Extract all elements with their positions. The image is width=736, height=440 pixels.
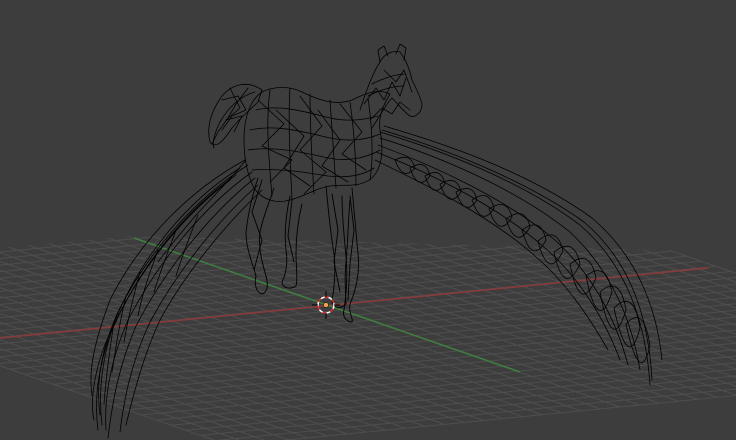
grid-line <box>0 236 367 433</box>
x-axis-line <box>0 267 709 339</box>
tail[interactable] <box>208 83 263 149</box>
grid-line <box>0 236 496 268</box>
grid-line <box>0 236 511 273</box>
grid-line <box>0 236 452 253</box>
grid-line <box>0 236 423 243</box>
grid-line <box>0 236 437 248</box>
grid-line <box>0 236 555 288</box>
object-origin-icon <box>323 302 329 308</box>
left-wing[interactable] <box>90 159 263 439</box>
horse-body[interactable] <box>243 87 391 202</box>
horse-head[interactable] <box>359 43 423 129</box>
grid-line <box>0 236 481 263</box>
grid-line <box>0 236 543 416</box>
3d-viewport[interactable] <box>0 0 736 440</box>
grid-line <box>363 236 736 375</box>
grid-line <box>343 236 736 377</box>
